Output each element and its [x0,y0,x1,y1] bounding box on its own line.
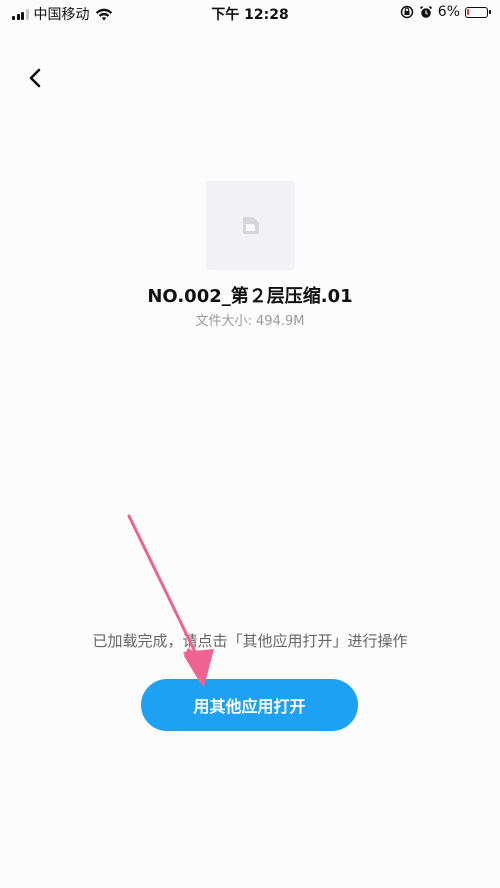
lock-rotation-icon [400,5,414,19]
status-bar: 中国移动 下午 12:28 6% [0,0,500,26]
battery-percent: 6% [437,4,460,20]
pink-arrow-icon [127,514,214,687]
alarm-icon [419,5,432,18]
hint-text: 已加载完成，请点击「其他应用打开」进行操作 [92,632,408,650]
file-thumbnail [206,181,295,270]
file-size: 文件大小: 494.9M [195,314,305,329]
open-with-other-app-button[interactable]: 用其他应用打开 [141,679,358,731]
battery-icon [465,6,491,18]
file-icon [243,217,259,234]
back-button[interactable] [22,64,50,92]
battery-level [467,8,469,15]
open-button-label: 用其他应用打开 [193,697,306,716]
file-name: NO.002_第２层压缩.01 [147,286,353,307]
chevron-left-icon [29,68,41,88]
status-right: 6% [400,4,491,20]
